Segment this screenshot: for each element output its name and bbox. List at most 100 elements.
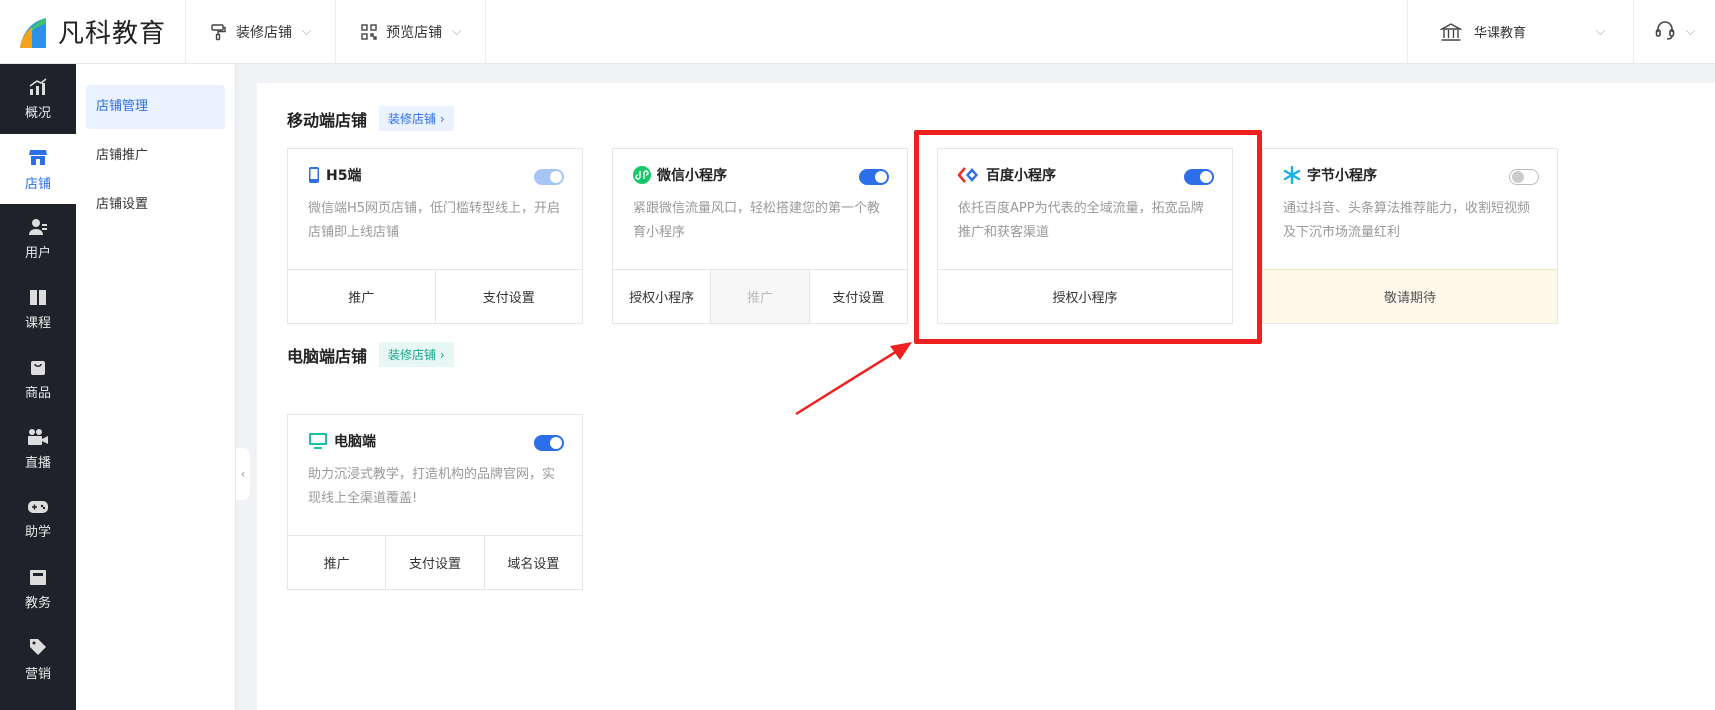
nav-item-goods[interactable]: 商品 <box>0 344 76 414</box>
pc-domain-settings-button[interactable]: 域名设置 <box>485 536 582 589</box>
bag-icon <box>29 358 47 376</box>
nav-item-courses[interactable]: 课程 <box>0 274 76 344</box>
headset-icon <box>1654 19 1676 45</box>
collapse-sidebar-button[interactable]: ‹ <box>236 448 250 500</box>
nav-label: 商品 <box>24 385 51 401</box>
nav-label: 教务 <box>24 595 51 611</box>
highlight-box <box>914 130 1262 344</box>
mobile-phone-icon <box>308 166 320 184</box>
h5-toggle[interactable] <box>534 169 564 185</box>
pc-store-card: 电脑端 助力沉浸式教学，打造机构的品牌官网，实现线上全渠道覆盖! 推广 支付设置… <box>287 414 583 590</box>
card-header: 字节小程序 <box>1263 149 1557 185</box>
card-actions: 授权小程序 推广 支付设置 <box>613 269 907 323</box>
logo-mark-icon <box>16 14 52 50</box>
bytedance-miniprogram-icon <box>1283 166 1301 184</box>
nav-item-live[interactable]: 直播 <box>0 414 76 484</box>
main-nav: 概况 店铺 用户 课程 商品 直播 助学 教务 营销 <box>0 64 76 710</box>
card-actions: 推广 支付设置 域名设置 <box>288 535 582 589</box>
store-icon <box>28 147 48 167</box>
nav-label: 营销 <box>24 666 51 682</box>
wechat-promote-button: 推广 <box>711 270 810 323</box>
card-actions: 推广 支付设置 <box>288 269 582 323</box>
book-icon <box>29 288 47 306</box>
pc-toggle[interactable] <box>534 435 564 451</box>
calendar-icon <box>29 568 47 586</box>
subnav-item-store-management[interactable]: 店铺管理 <box>86 85 225 129</box>
chevron-down-icon: ⌵ <box>1685 24 1696 38</box>
nav-item-users[interactable]: 用户 <box>0 204 76 274</box>
brand-name: 凡科教育 <box>58 19 167 49</box>
decorate-store-menu[interactable]: 装修店铺 ⌵ <box>186 0 337 64</box>
nav-item-overview[interactable]: 概况 <box>0 64 76 134</box>
decorate-mobile-store-label: 装修店铺 <box>388 112 437 126</box>
pc-section-header: 电脑端店铺 装修店铺 › <box>287 342 454 367</box>
nav-label: 课程 <box>24 315 51 331</box>
card-title: 电脑端 <box>308 431 376 451</box>
card-actions: 敬请期待 <box>1263 269 1557 323</box>
bytedance-description: 通过抖音、头条算法推荐能力，收割短视频及下沉市场流量红利 <box>1283 201 1531 240</box>
h5-store-card: H5端 微信端H5网页店铺，低门槛转型线上，开启店铺即上线店铺 推广 支付设置 <box>287 148 583 324</box>
decorate-pc-store-button[interactable]: 装修店铺 › <box>379 342 454 367</box>
video-camera-icon <box>27 428 49 446</box>
brand-logo[interactable]: 凡科教育 <box>0 0 186 64</box>
mobile-section-title: 移动端店铺 <box>287 110 368 130</box>
preview-store-menu[interactable]: 预览店铺 ⌵ <box>336 0 487 64</box>
pc-description: 助力沉浸式教学，打造机构的品牌官网，实现线上全渠道覆盖! <box>308 467 556 506</box>
chevron-left-icon: ‹ <box>240 467 246 481</box>
nav-label: 助学 <box>24 524 51 540</box>
decorate-pc-store-label: 装修店铺 <box>388 348 437 362</box>
nav-label: 用户 <box>24 245 51 261</box>
h5-promote-button[interactable]: 推广 <box>288 270 436 323</box>
wechat-toggle[interactable] <box>859 169 889 185</box>
wechat-authorize-button[interactable]: 授权小程序 <box>613 270 712 323</box>
subnav-item-store-settings[interactable]: 店铺设置 <box>86 183 225 227</box>
card-header: 微信小程序 <box>613 149 907 185</box>
nav-label: 店铺 <box>24 176 51 192</box>
h5-title: H5端 <box>326 168 362 184</box>
store-subnav: 店铺管理 店铺推广 店铺设置 <box>76 64 236 710</box>
nav-item-academic[interactable]: 教务 <box>0 554 76 624</box>
paint-roller-icon <box>210 23 228 41</box>
h5-description: 微信端H5网页店铺，低门槛转型线上，开启店铺即上线店铺 <box>308 201 561 240</box>
institution-icon <box>1440 22 1462 42</box>
top-right-area: 华课教育 ⌵ ⌵ <box>1407 0 1715 64</box>
nav-item-marketing[interactable]: 营销 <box>0 624 76 694</box>
decorate-store-label: 装修店铺 <box>236 24 292 41</box>
chevron-down-icon: ⌵ <box>452 24 462 38</box>
chart-trend-icon <box>28 77 48 96</box>
bytedance-toggle[interactable] <box>1509 169 1539 185</box>
chevron-down-icon: ⌵ <box>1595 24 1605 38</box>
nav-item-study-aid[interactable]: 助学 <box>0 484 76 554</box>
nav-item-store[interactable]: 店铺 <box>0 134 76 204</box>
bytedance-coming-soon: 敬请期待 <box>1383 291 1436 306</box>
top-bar: 凡科教育 装修店铺 ⌵ 预览店铺 ⌵ 华课教育 ⌵ ⌵ <box>0 0 1715 64</box>
nav-label: 直播 <box>24 455 51 471</box>
tag-icon <box>28 637 48 657</box>
pc-promote-button[interactable]: 推广 <box>288 536 387 589</box>
support-button[interactable]: ⌵ <box>1633 0 1715 64</box>
card-title: 微信小程序 <box>633 165 727 185</box>
mobile-section-header: 移动端店铺 装修店铺 › <box>287 106 454 131</box>
annotation-arrow-icon <box>795 342 912 416</box>
wechat-description: 紧跟微信流量风口，轻松搭建您的第一个教育小程序 <box>633 201 881 240</box>
decorate-mobile-store-button[interactable]: 装修店铺 › <box>379 106 454 131</box>
monitor-icon <box>308 432 328 450</box>
pc-payment-settings-button[interactable]: 支付设置 <box>386 536 485 589</box>
nav-label: 概况 <box>24 105 51 121</box>
wechat-miniprogram-icon <box>633 166 651 184</box>
card-header: 电脑端 <box>288 415 582 451</box>
h5-payment-settings-button[interactable]: 支付设置 <box>436 270 583 323</box>
pc-title: 电脑端 <box>334 434 376 450</box>
bytedance-title: 字节小程序 <box>1307 168 1377 184</box>
subnav-item-store-promotion[interactable]: 店铺推广 <box>86 134 225 178</box>
qr-code-icon <box>360 23 378 41</box>
org-switcher[interactable]: 华课教育 ⌵ <box>1407 0 1633 64</box>
card-title: H5端 <box>308 165 361 185</box>
card-header: H5端 <box>288 149 582 185</box>
bytedance-miniprogram-card: 字节小程序 通过抖音、头条算法推荐能力，收割短视频及下沉市场流量红利 敬请期待 <box>1262 148 1558 324</box>
wechat-payment-settings-button[interactable]: 支付设置 <box>810 270 907 323</box>
chevron-down-icon: ⌵ <box>302 24 312 38</box>
org-name: 华课教育 <box>1474 26 1527 41</box>
pc-section-title: 电脑端店铺 <box>287 346 368 366</box>
gamepad-icon <box>27 499 49 515</box>
